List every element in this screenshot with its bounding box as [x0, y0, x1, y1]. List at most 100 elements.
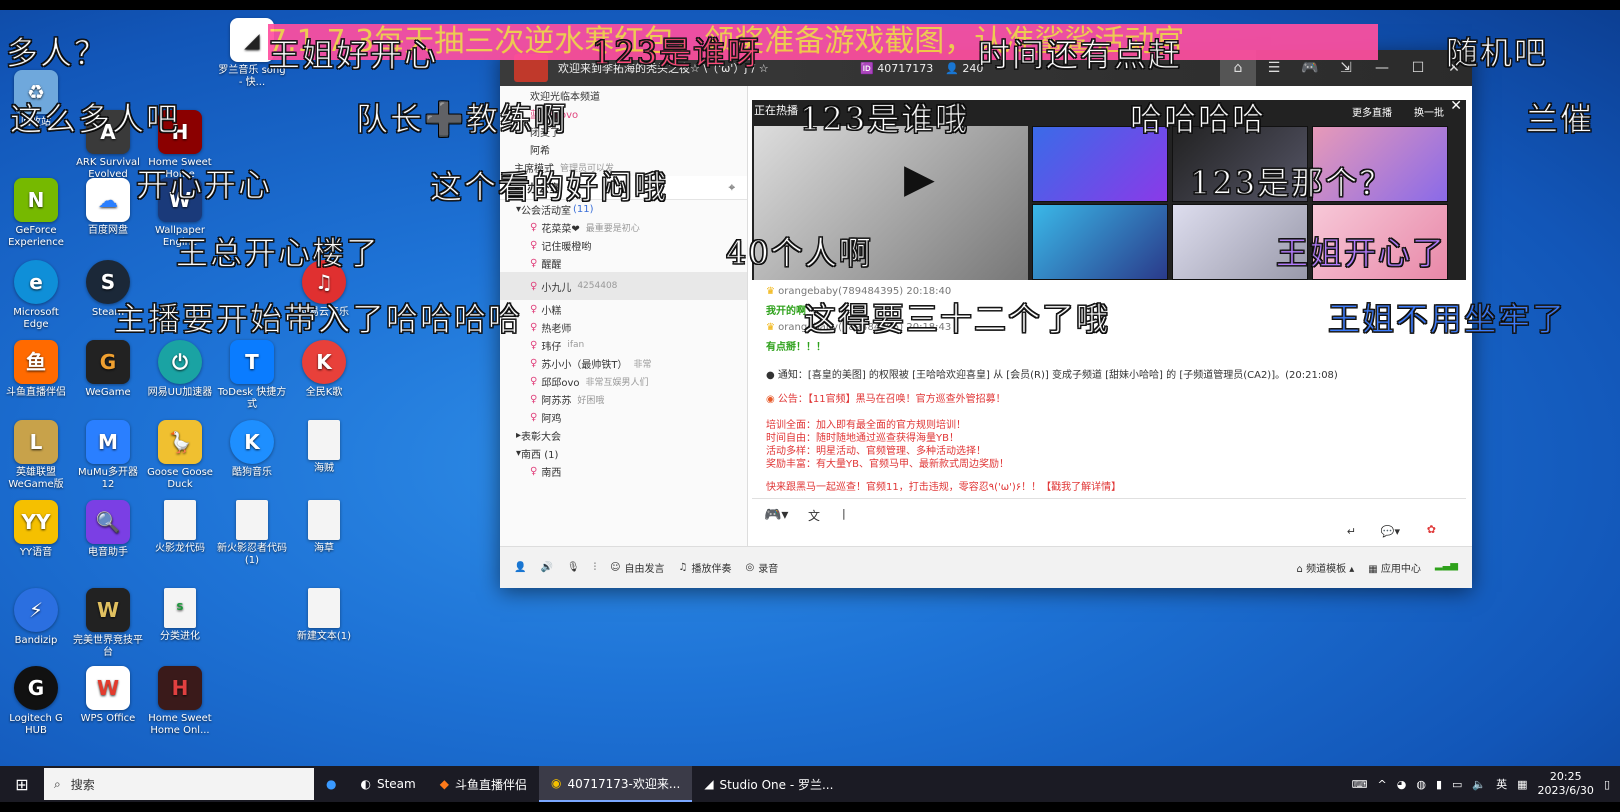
- taskbar-search-box[interactable]: ⌕ 搜索: [44, 768, 314, 800]
- perfect-world-icon: W: [86, 588, 130, 632]
- desktop-icon-goose[interactable]: 🪿 Goose Goose Duck: [144, 420, 216, 491]
- user-row[interactable]: ♀ 玮仔 ifan: [500, 336, 747, 354]
- ime-grid-icon[interactable]: ▦: [1517, 778, 1527, 791]
- nvidia-icon: N: [14, 178, 58, 222]
- desktop-icon-dianyin[interactable]: 🔍 电音助手: [72, 500, 144, 559]
- desktop-icon-lol[interactable]: L 英雄联盟 WeGame版: [0, 420, 72, 491]
- chat-input-area[interactable]: 🎮▾ 文 | ↵ 💬▾ ✿: [752, 498, 1466, 546]
- windows-start-icon[interactable]: ⊞: [0, 766, 44, 802]
- gift-icon[interactable]: ✿: [1427, 523, 1436, 536]
- desktop-icon-uu[interactable]: ⏻ 网易UU加速器: [144, 340, 216, 399]
- desktop-icon-naruto-code-1[interactable]: 新火影忍者代码(1): [216, 500, 288, 567]
- user-gender-icon: ♀: [530, 393, 538, 405]
- microphone-icon[interactable]: 🎙: [567, 562, 580, 573]
- free-speak-button[interactable]: ☺ 自由发言: [610, 560, 664, 575]
- desktop-icon-new-text[interactable]: 新建文本(1): [288, 588, 360, 643]
- desktop-icon-pirates[interactable]: 海贼: [288, 420, 360, 475]
- self-avatar[interactable]: 👤: [514, 562, 526, 573]
- bandizip-icon: ⚡: [14, 588, 58, 632]
- clock[interactable]: 20:25 2023/6/30: [1538, 770, 1594, 798]
- tray-app-icon[interactable]: ◍: [1416, 778, 1426, 791]
- voice-control-bar: 👤 🔊 🎙 ⫶ ☺ 自由发言 ♫ 播放伴奏 ◎ 录音 ⌂ 频道模板 ▴ ▦ 应用中心 …: [500, 546, 1472, 588]
- taskbar-item-studio-one[interactable]: ◢ Studio One - 罗兰...: [692, 766, 845, 802]
- user-row[interactable]: ♀ 热老师: [500, 318, 747, 336]
- danmaku-comment: 哈哈哈哈: [1129, 100, 1267, 139]
- play-accompaniment-button[interactable]: ♫ 播放伴奏: [679, 560, 732, 575]
- tree-item[interactable]: 阿希: [500, 140, 747, 158]
- gamepad-emoji-icon[interactable]: 🎮▾: [764, 507, 788, 523]
- desktop-icon-douyu[interactable]: 鱼 斗鱼直播伴侣: [0, 340, 72, 399]
- danmaku-comment: 时间还有点赶: [977, 36, 1183, 75]
- desktop-icon-geforce[interactable]: N GeForce Experience: [0, 178, 72, 249]
- taskbar-item-yy[interactable]: ◉ 40717173-欢迎来...: [538, 766, 693, 802]
- user-row[interactable]: ♀ 记住暖橙哟: [500, 236, 747, 254]
- music-note-icon: ♫: [678, 562, 688, 573]
- announcement-cta[interactable]: 快来跟黑马一起巡查！官频11，打击违规，零容忍٩('ω')۶！！【戳我了解详情】: [766, 478, 1121, 493]
- desktop-icon-kugou[interactable]: K 酷狗音乐: [216, 420, 288, 479]
- app-center-button[interactable]: ▦ 应用中心: [1368, 560, 1421, 575]
- league-icon: L: [14, 420, 58, 464]
- user-gender-icon: ♀: [530, 321, 538, 333]
- live-label: 正在热播: [754, 104, 798, 117]
- chrome-icon[interactable]: ◕: [1397, 778, 1407, 791]
- danmaku-comment: 123是那个？: [1189, 164, 1394, 203]
- desktop-icon-bandizip[interactable]: ⚡ Bandizip: [0, 588, 72, 647]
- user-row[interactable]: ♀ 苏小小（最帅铁T） 非常: [500, 354, 747, 372]
- input-language[interactable]: 英: [1496, 776, 1507, 792]
- send-icon[interactable]: ↵: [1347, 525, 1356, 538]
- close-live-strip-icon[interactable]: ✕: [1450, 98, 1462, 114]
- stream-thumbnail[interactable]: [1032, 204, 1168, 280]
- location-icon: ⌖: [728, 180, 735, 194]
- desktop-icon-edge[interactable]: e Microsoft Edge: [0, 260, 72, 331]
- keyboard-icon[interactable]: ⌨: [1352, 778, 1368, 791]
- desktop-icon-yy[interactable]: YY YY语音: [0, 500, 72, 559]
- taskbar-item-douyu[interactable]: ◆ 斗鱼直播伴侣: [428, 766, 539, 802]
- douyu-fish-icon: ◆: [439, 777, 449, 791]
- tray-expand-icon[interactable]: ^: [1378, 778, 1387, 791]
- more-live-link[interactable]: 更多直播: [1352, 104, 1392, 119]
- desktop-icon-todesk[interactable]: T ToDesk 快捷方式: [216, 340, 288, 411]
- desktop-icon-naruto-code[interactable]: 火影龙代码: [144, 500, 216, 555]
- user-row[interactable]: ♀ 小糕: [500, 300, 747, 318]
- user-gender-icon: ♀: [530, 357, 538, 369]
- network-icon[interactable]: ▭: [1452, 778, 1462, 791]
- notification-icon[interactable]: ▯: [1604, 778, 1610, 791]
- desktop-icon-kge[interactable]: K 全民K歌: [288, 340, 360, 399]
- translate-icon[interactable]: 文: [808, 507, 820, 524]
- desktop-icon-wps[interactable]: W WPS Office: [72, 666, 144, 725]
- desktop-icon-classify[interactable]: S 分类进化: [144, 588, 216, 643]
- user-row[interactable]: ♀ 阿苏苏 好困哦: [500, 390, 747, 408]
- taskbar-pinned-app[interactable]: ●: [314, 766, 348, 802]
- user-row[interactable]: ♀ 花菜菜❤ 最重要是初心: [500, 218, 747, 236]
- desktop-icon-seaweed[interactable]: 海草: [288, 500, 360, 555]
- desktop-icon-hsh-online[interactable]: H Home Sweet Home Onl...: [144, 666, 216, 737]
- volume-icon[interactable]: 🔈: [1472, 778, 1486, 791]
- record-button[interactable]: ◎ 录音: [746, 560, 779, 575]
- announcement-line: 奖励丰富：有大量YB、官频马甲、最新款式周边奖励！: [766, 459, 1009, 470]
- user-row[interactable]: ♀ 阿鸡: [500, 408, 747, 426]
- yy-raccoon-icon: YY: [14, 500, 58, 544]
- desktop-icon-mumu[interactable]: M MuMu多开器12: [72, 420, 144, 491]
- mumu-icon: M: [86, 420, 130, 464]
- subchannel-group[interactable]: ▸ 表彰大会: [500, 426, 747, 444]
- user-row-selected[interactable]: ♀ 小九儿 4254408: [500, 272, 747, 300]
- usb-icon[interactable]: ▮: [1436, 778, 1442, 791]
- user-row[interactable]: ♀ 邱邱ovo 非常互娱男人们: [500, 372, 747, 390]
- desktop-icon-baidu[interactable]: ☁ 百度网盘: [72, 178, 144, 237]
- channel-template-button[interactable]: ⌂ 频道模板 ▴: [1297, 560, 1355, 575]
- taskbar-item-steam[interactable]: ◐ Steam: [348, 766, 427, 802]
- danmaku-comment: 主播要开始带入了哈哈哈哈: [113, 300, 523, 339]
- danmaku-comment: 王姐不用坐牢了: [1327, 300, 1567, 339]
- chat-bubble-icon[interactable]: 💬▾: [1381, 525, 1400, 538]
- user-gender-icon: ♀: [530, 375, 538, 387]
- desktop-icon-wegame[interactable]: G WeGame: [72, 340, 144, 399]
- user-row[interactable]: ♀ 南西: [500, 462, 747, 480]
- user-row[interactable]: ♀ 醒醒: [500, 254, 747, 272]
- switch-batch-link[interactable]: 换一批: [1414, 104, 1444, 119]
- desktop-icon-perfect-world[interactable]: W 完美世界竞技平台: [72, 588, 144, 659]
- mixer-icon[interactable]: ⫶: [594, 562, 597, 573]
- subchannel-group[interactable]: ▾ 南西 (1): [500, 444, 747, 462]
- maximize-icon[interactable]: ☐: [1400, 50, 1436, 86]
- desktop-icon-ghub[interactable]: G Logitech G HUB: [0, 666, 72, 737]
- speaker-icon[interactable]: 🔊: [540, 562, 552, 573]
